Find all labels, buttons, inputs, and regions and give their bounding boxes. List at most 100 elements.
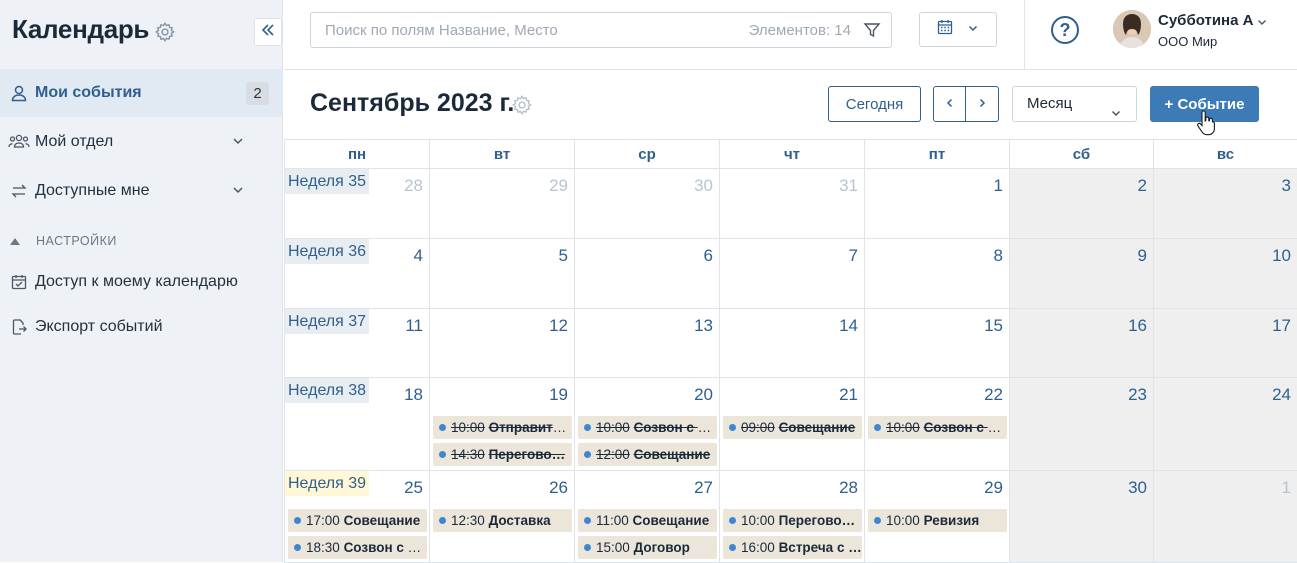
day-cell[interactable]: 31: [719, 169, 864, 239]
day-cell[interactable]: 1: [864, 169, 1009, 239]
event-chip[interactable]: 17:00 Совещание: [288, 509, 427, 532]
day-cell[interactable]: 29 10:00 Ревизия: [864, 471, 1009, 563]
event-chip[interactable]: 18:30 Созвон с к…: [288, 536, 427, 559]
top-bar: Поиск по полям Название, Место Элементов…: [284, 0, 1297, 70]
transfer-icon: [8, 180, 30, 202]
day-cell[interactable]: Неделя 35 28: [284, 169, 429, 239]
sidebar-item-my-events[interactable]: Мои события 2: [0, 69, 283, 117]
sidebar-item-export[interactable]: Экспорт событий: [0, 303, 283, 351]
cursor-hand-icon: [1196, 110, 1216, 136]
day-number: 25: [404, 478, 423, 497]
view-mode-select[interactable]: Месяц: [1012, 86, 1137, 122]
help-icon[interactable]: ?: [1051, 16, 1079, 44]
day-cell[interactable]: 26 12:30 Доставка: [429, 471, 574, 563]
settings-section-toggle[interactable]: НАСТРОЙКИ: [10, 234, 117, 248]
chevron-down-icon[interactable]: [1256, 15, 1268, 27]
day-cell[interactable]: 30: [1009, 471, 1153, 563]
day-number: 3: [1281, 176, 1291, 195]
event-time: 10:00: [451, 420, 485, 435]
day-cell[interactable]: 14: [719, 309, 864, 378]
day-cell[interactable]: 3: [1153, 169, 1297, 239]
day-cell[interactable]: Неделя 37 11: [284, 309, 429, 378]
event-chip[interactable]: 10:00 Перегово…: [723, 509, 862, 532]
day-number: 10: [1272, 246, 1291, 265]
event-chip[interactable]: 09:00 Совещание: [723, 416, 862, 439]
filter-icon[interactable]: [863, 21, 881, 39]
event-title: Перегово…: [488, 447, 566, 462]
day-number: 30: [694, 176, 713, 195]
day-number: 19: [549, 385, 568, 404]
event-chip[interactable]: 10:00 Созвон с к…: [868, 416, 1007, 439]
day-cell[interactable]: 15: [864, 309, 1009, 378]
day-cell[interactable]: 23: [1009, 378, 1153, 471]
today-button[interactable]: Сегодня: [828, 86, 921, 122]
sidebar-item-calendar-access[interactable]: Доступ к моему календарю: [0, 258, 283, 306]
day-cell[interactable]: 19 10:00 Отправить… 14:30 Перегово…: [429, 378, 574, 471]
day-cell[interactable]: Неделя 38 18: [284, 378, 429, 471]
event-chip[interactable]: 10:00 Отправить…: [433, 416, 572, 439]
day-cell[interactable]: 27 11:00 Совещание 15:00 Договор: [574, 471, 719, 563]
event-chip[interactable]: 14:30 Перегово…: [433, 443, 572, 466]
day-number: 31: [839, 176, 858, 195]
day-cell-today[interactable]: Неделя 39 25 17:00 Совещание 18:30 Созво…: [284, 471, 429, 563]
user-name[interactable]: Субботина А: [1158, 12, 1253, 29]
day-cell[interactable]: 29: [429, 169, 574, 239]
day-cell[interactable]: Неделя 36 4: [284, 239, 429, 309]
day-number: 17: [1272, 316, 1291, 335]
event-chip[interactable]: 12:30 Доставка: [433, 509, 572, 532]
day-cell[interactable]: 5: [429, 239, 574, 309]
dow-header: вс: [1153, 140, 1297, 169]
day-cell[interactable]: 21 09:00 Совещание: [719, 378, 864, 471]
event-chip[interactable]: 10:00 Ревизия: [868, 509, 1007, 532]
day-cell[interactable]: 9: [1009, 239, 1153, 309]
sidebar-item-available[interactable]: Доступные мне: [0, 167, 283, 215]
day-cell[interactable]: 2: [1009, 169, 1153, 239]
day-cell[interactable]: 17: [1153, 309, 1297, 378]
day-cell[interactable]: 8: [864, 239, 1009, 309]
search-input[interactable]: Поиск по полям Название, Место Элементов…: [310, 12, 892, 48]
day-cell[interactable]: 7: [719, 239, 864, 309]
next-month-button[interactable]: [965, 86, 999, 122]
event-chip[interactable]: 11:00 Совещание: [578, 509, 717, 532]
event-chip[interactable]: 15:00 Договор: [578, 536, 717, 559]
sidebar-item-my-department[interactable]: Мой отдел: [0, 118, 283, 166]
collapse-sidebar-button[interactable]: [254, 18, 282, 46]
day-cell[interactable]: 30: [574, 169, 719, 239]
view-mode-value: Месяц: [1027, 95, 1073, 112]
event-title: Доставка: [488, 513, 551, 528]
calendar-grid: пн вт ср чт пт сб вс Неделя 35 28 29 30 …: [284, 139, 1297, 563]
event-chip[interactable]: 16:00 Встреча с …: [723, 536, 862, 559]
day-cell[interactable]: 28 10:00 Перегово… 16:00 Встреча с …: [719, 471, 864, 563]
week-label[interactable]: Неделя 38: [285, 378, 370, 403]
week-label[interactable]: Неделя 37: [285, 309, 370, 334]
gear-icon[interactable]: [154, 21, 176, 43]
day-cell[interactable]: 22 10:00 Созвон с к…: [864, 378, 1009, 471]
chevron-down-icon[interactable]: [231, 134, 245, 148]
day-cell[interactable]: 6: [574, 239, 719, 309]
week-label[interactable]: Неделя 39: [285, 471, 370, 496]
day-number: 26: [549, 478, 568, 497]
day-cell[interactable]: 13: [574, 309, 719, 378]
event-chip[interactable]: 10:00 Созвон с к…: [578, 416, 717, 439]
day-cell[interactable]: 12: [429, 309, 574, 378]
week-label[interactable]: Неделя 35: [285, 169, 370, 194]
day-cell[interactable]: 16: [1009, 309, 1153, 378]
day-number: 20: [694, 385, 713, 404]
avatar[interactable]: [1113, 10, 1151, 48]
chevron-down-icon[interactable]: [231, 183, 245, 197]
event-time: 15:00: [596, 540, 630, 555]
day-cell[interactable]: 24: [1153, 378, 1297, 471]
calendar-check-icon: [8, 271, 30, 293]
date-picker-button[interactable]: [919, 12, 997, 47]
day-cell[interactable]: 1: [1153, 471, 1297, 563]
day-cell[interactable]: 20 10:00 Созвон с к… 12:00 Совещание: [574, 378, 719, 471]
event-title: Созвон с к…: [923, 420, 1007, 435]
day-number: 28: [839, 478, 858, 497]
day-cell[interactable]: 10: [1153, 239, 1297, 309]
gear-icon[interactable]: [511, 94, 533, 116]
user-icon: [8, 82, 30, 104]
event-title: Совещание: [343, 513, 421, 528]
prev-month-button[interactable]: [933, 86, 966, 122]
week-label[interactable]: Неделя 36: [285, 239, 370, 264]
event-chip[interactable]: 12:00 Совещание: [578, 443, 717, 466]
